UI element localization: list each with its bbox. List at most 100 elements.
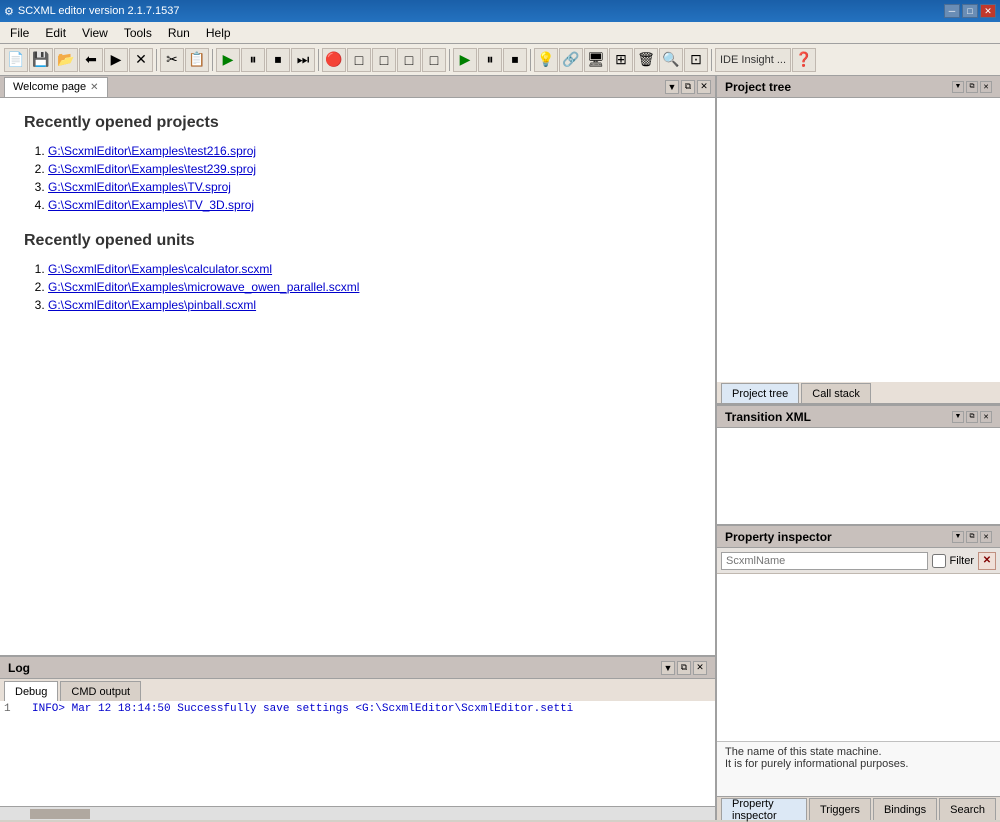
toolbar-close[interactable]: ✕: [129, 48, 153, 72]
property-description: The name of this state machine. It is fo…: [717, 741, 1000, 796]
toolbar-bulb[interactable]: 💡: [534, 48, 558, 72]
title-bar-controls: ─ □ ✕: [944, 4, 996, 18]
welcome-tab[interactable]: Welcome page ✕: [4, 77, 108, 97]
toolbar-back[interactable]: ⬅: [79, 48, 103, 72]
tab-project-tree[interactable]: Project tree: [721, 383, 799, 403]
recent-projects-list: G:\ScxmlEditor\Examples\test216.sproj G:…: [48, 144, 691, 212]
toolbar-sep3: [318, 49, 319, 71]
toolbar-step-over[interactable]: ⏭: [291, 48, 315, 72]
close-button[interactable]: ✕: [980, 4, 996, 18]
tab-float[interactable]: ⧉: [681, 80, 695, 94]
right-panel: Project tree ▼ ⧉ ✕ Project tree Call sta…: [715, 76, 1000, 820]
log-line-num: 1: [4, 703, 24, 715]
list-item: G:\ScxmlEditor\Examples\test216.sproj: [48, 144, 691, 158]
bottom-tab-property-inspector[interactable]: Property inspector: [721, 798, 807, 820]
toolbar-rec[interactable]: 🔴: [322, 48, 346, 72]
toolbar-save[interactable]: 💾: [29, 48, 53, 72]
property-desc-line2: It is for purely informational purposes.: [725, 758, 992, 770]
minimize-button[interactable]: ─: [944, 4, 960, 18]
toolbar-copy[interactable]: 📋: [185, 48, 209, 72]
project-tree-tabs: Project tree Call stack: [717, 382, 1000, 404]
toolbar-s2[interactable]: □: [372, 48, 396, 72]
toolbar-s4[interactable]: □: [422, 48, 446, 72]
welcome-tab-label: Welcome page: [13, 81, 86, 93]
log-float[interactable]: ⧉: [677, 661, 691, 675]
unit-link-1[interactable]: G:\ScxmlEditor\Examples\calculator.scxml: [48, 262, 272, 276]
scroll-thumb[interactable]: [30, 809, 90, 819]
tab-controls: ▼ ⧉ ✕: [665, 80, 711, 94]
log-title: Log: [8, 661, 30, 675]
property-close[interactable]: ✕: [980, 531, 992, 543]
property-arrow[interactable]: ▼: [952, 531, 964, 543]
project-link-3[interactable]: G:\ScxmlEditor\Examples\TV.sproj: [48, 180, 231, 194]
bottom-tab-bindings[interactable]: Bindings: [873, 798, 937, 820]
menu-tools[interactable]: Tools: [116, 24, 160, 42]
toolbar-s3[interactable]: □: [397, 48, 421, 72]
menu-bar: File Edit View Tools Run Help: [0, 22, 1000, 44]
ide-insight-label[interactable]: IDE Insight ...: [715, 48, 791, 72]
filter-input[interactable]: [721, 552, 928, 570]
log-header: Log ▼ ⧉ ✕: [0, 657, 715, 679]
maximize-button[interactable]: □: [962, 4, 978, 18]
menu-run[interactable]: Run: [160, 24, 198, 42]
transition-arrow[interactable]: ▼: [952, 411, 964, 423]
project-link-4[interactable]: G:\ScxmlEditor\Examples\TV_3D.sproj: [48, 198, 254, 212]
toolbar-sep5: [530, 49, 531, 71]
welcome-tab-close[interactable]: ✕: [90, 82, 98, 93]
tab-down-arrow[interactable]: ▼: [665, 80, 679, 94]
toolbar-fwd[interactable]: ▶: [104, 48, 128, 72]
menu-file[interactable]: File: [2, 24, 37, 42]
list-item: G:\ScxmlEditor\Examples\microwave_owen_p…: [48, 280, 691, 294]
toolbar-new[interactable]: 📄: [4, 48, 28, 72]
log-tab-debug[interactable]: Debug: [4, 681, 58, 701]
menu-edit[interactable]: Edit: [37, 24, 74, 42]
toolbar-run[interactable]: ▶: [216, 48, 240, 72]
project-tree-close[interactable]: ✕: [980, 81, 992, 93]
project-link-1[interactable]: G:\ScxmlEditor\Examples\test216.sproj: [48, 144, 256, 158]
transition-close[interactable]: ✕: [980, 411, 992, 423]
toolbar-stop[interactable]: ⏹: [266, 48, 290, 72]
toolbar-link[interactable]: 🔗: [559, 48, 583, 72]
toolbar-find[interactable]: 🔍: [659, 48, 683, 72]
project-tree-float[interactable]: ⧉: [966, 81, 978, 93]
property-inspector-section: Property inspector ▼ ⧉ ✕ Filter ✕ The na…: [717, 526, 1000, 820]
app-icon: ⚙: [4, 5, 14, 18]
log-scrollbar[interactable]: [0, 806, 715, 820]
toolbar-pause[interactable]: ⏸: [241, 48, 265, 72]
unit-link-3[interactable]: G:\ScxmlEditor\Examples\pinball.scxml: [48, 298, 256, 312]
toolbar-insight-btn[interactable]: ❓: [792, 48, 816, 72]
project-link-2[interactable]: G:\ScxmlEditor\Examples\test239.sproj: [48, 162, 256, 176]
list-item: G:\ScxmlEditor\Examples\test239.sproj: [48, 162, 691, 176]
log-close[interactable]: ✕: [693, 661, 707, 675]
log-down-arrow[interactable]: ▼: [661, 661, 675, 675]
recent-units-list: G:\ScxmlEditor\Examples\calculator.scxml…: [48, 262, 691, 312]
tab-call-stack[interactable]: Call stack: [801, 383, 871, 403]
toolbar-zoom[interactable]: ⊡: [684, 48, 708, 72]
transition-xml-controls: ▼ ⧉ ✕: [952, 411, 992, 423]
toolbar-cut[interactable]: ✂: [160, 48, 184, 72]
toolbar-delete[interactable]: 🗑: [634, 48, 658, 72]
toolbar-screen[interactable]: 🖥: [584, 48, 608, 72]
bottom-tab-triggers[interactable]: Triggers: [809, 798, 871, 820]
toolbar-sep4: [449, 49, 450, 71]
toolbar-grid[interactable]: ⊞: [609, 48, 633, 72]
menu-help[interactable]: Help: [198, 24, 239, 42]
toolbar-stop2[interactable]: ⏹: [503, 48, 527, 72]
unit-link-2[interactable]: G:\ScxmlEditor\Examples\microwave_owen_p…: [48, 280, 359, 294]
toolbar-play2[interactable]: ▶: [453, 48, 477, 72]
transition-float[interactable]: ⧉: [966, 411, 978, 423]
log-tab-cmd[interactable]: CMD output: [60, 681, 141, 701]
tab-close-all[interactable]: ✕: [697, 80, 711, 94]
property-bottom-tabs: Property inspector Triggers Bindings Sea…: [717, 796, 1000, 820]
project-tree-arrow[interactable]: ▼: [952, 81, 964, 93]
filter-clear-button[interactable]: ✕: [978, 552, 996, 570]
filter-checkbox[interactable]: [932, 554, 946, 568]
project-tree-section: Project tree ▼ ⧉ ✕ Project tree Call sta…: [717, 76, 1000, 406]
menu-view[interactable]: View: [74, 24, 116, 42]
toolbar-pause2[interactable]: ⏸: [478, 48, 502, 72]
property-float[interactable]: ⧉: [966, 531, 978, 543]
welcome-content: Recently opened projects G:\ScxmlEditor\…: [0, 98, 715, 655]
toolbar-s1[interactable]: □: [347, 48, 371, 72]
toolbar-open[interactable]: 📂: [54, 48, 78, 72]
bottom-tab-search[interactable]: Search: [939, 798, 996, 820]
